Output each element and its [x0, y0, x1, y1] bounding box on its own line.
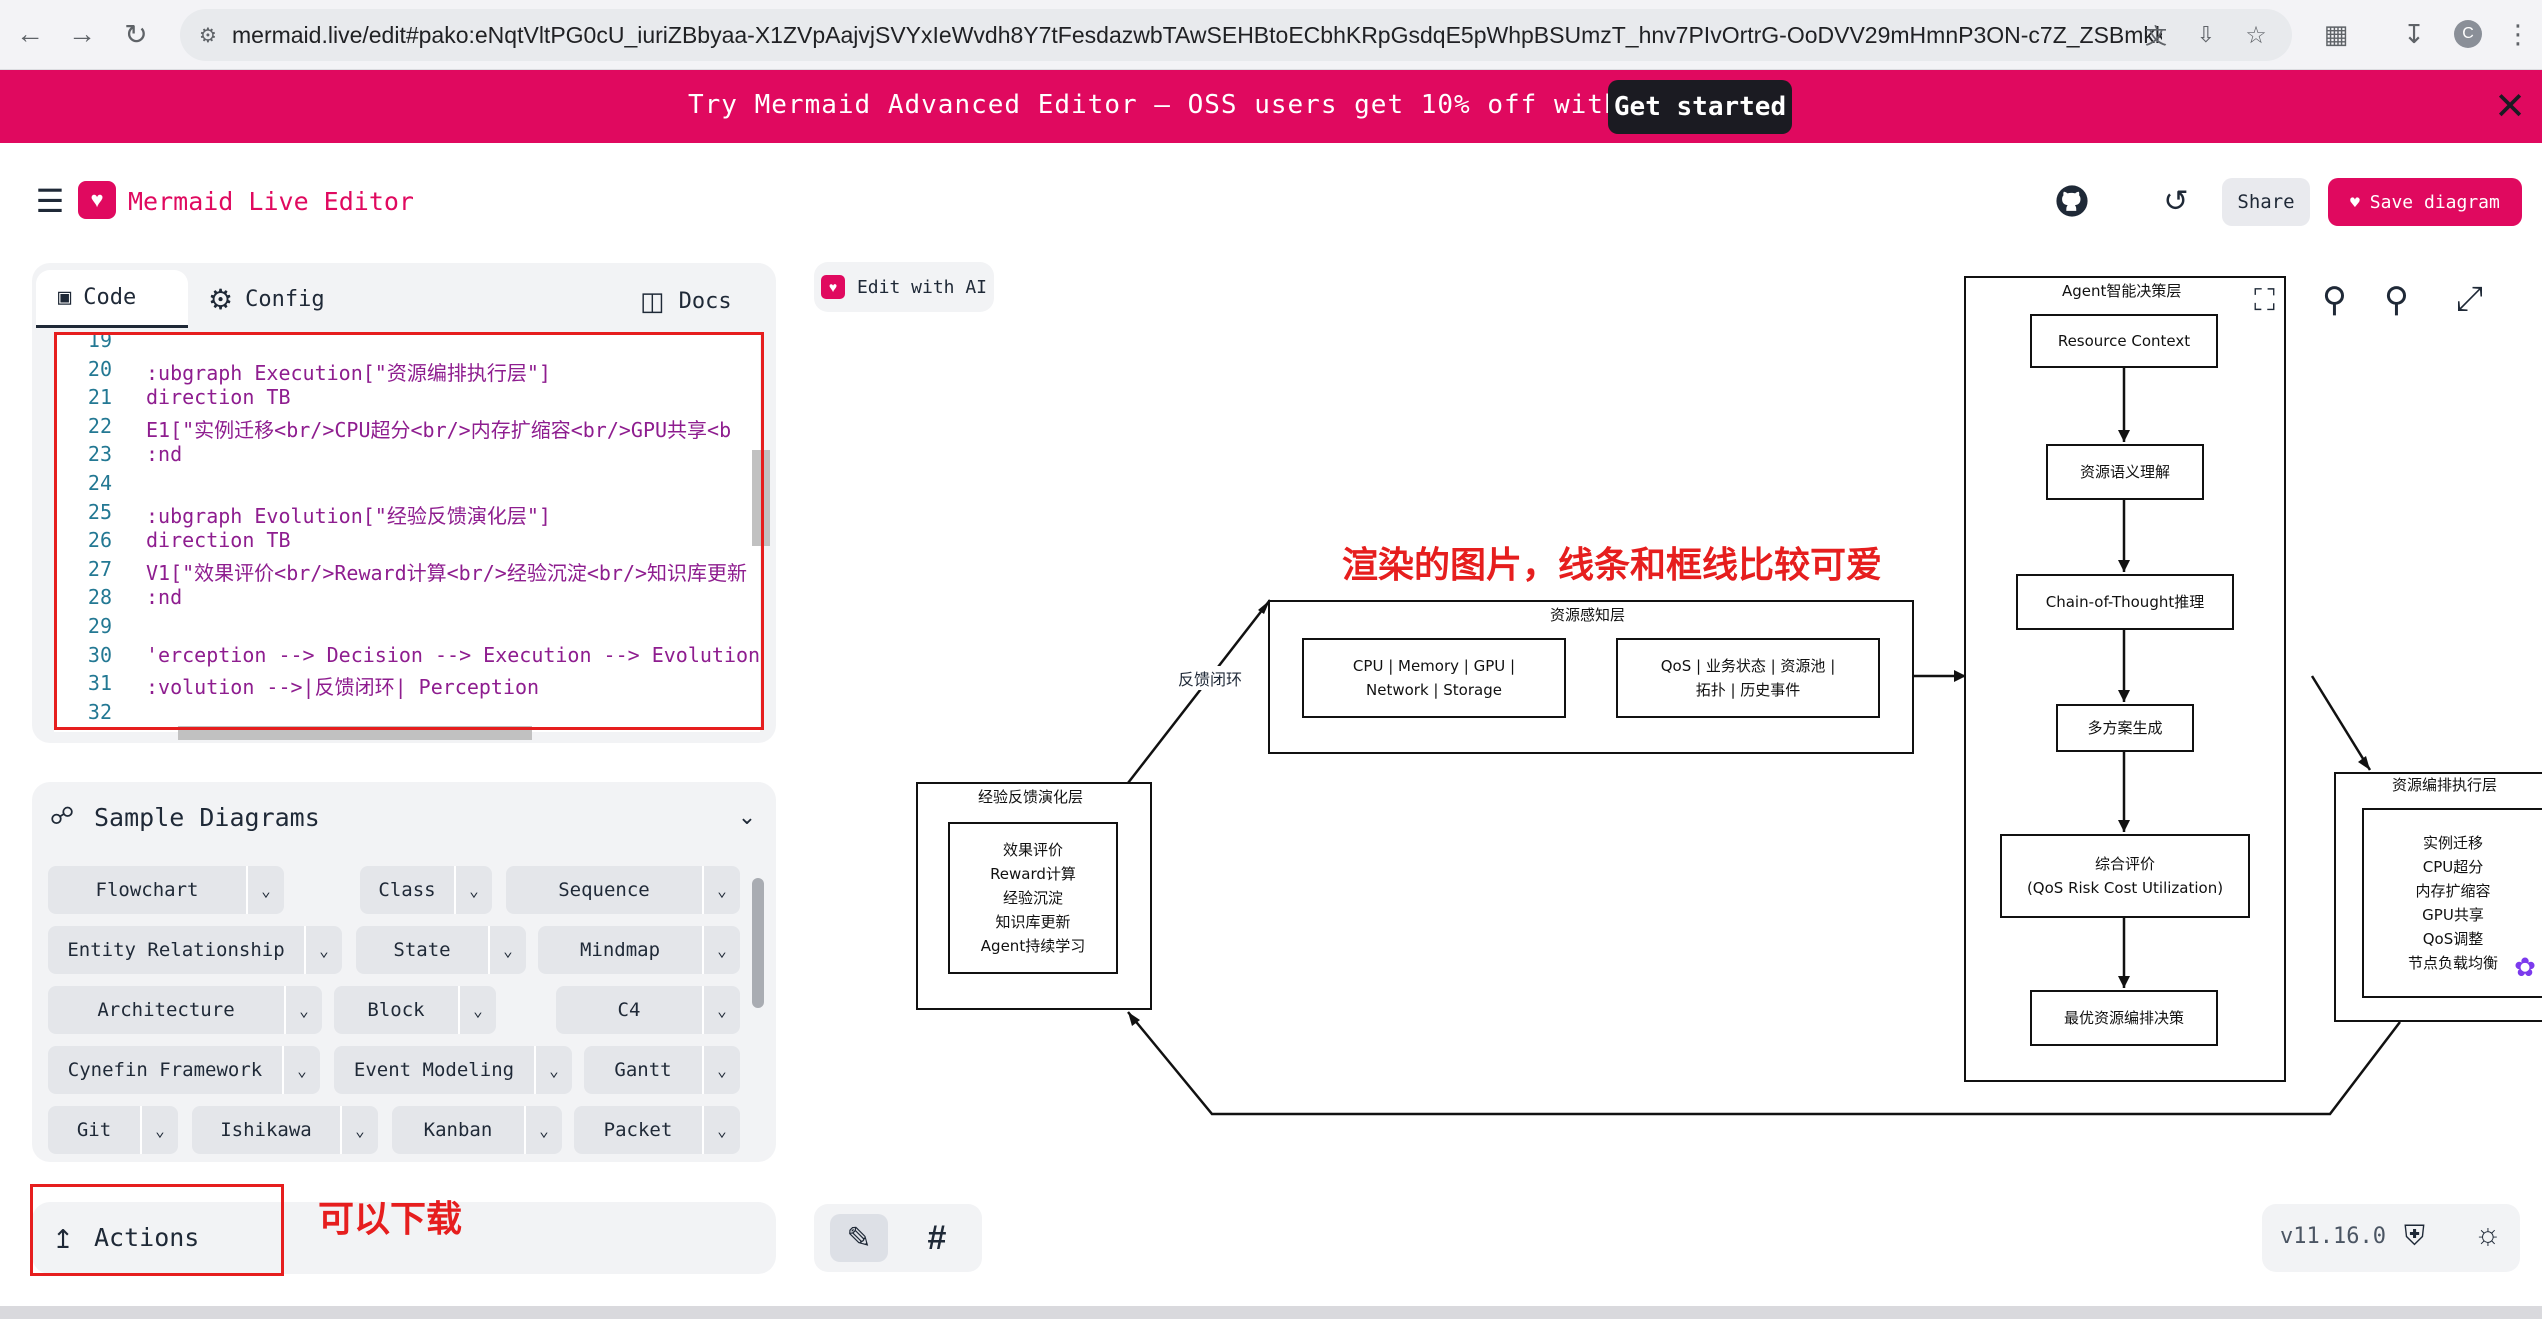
sample-label: Packet — [603, 1119, 673, 1141]
perception-title: 资源感知层 — [1550, 606, 1626, 624]
sample-label: Cynefin Framework — [67, 1059, 263, 1081]
sample-state-button[interactable]: State ⌄ — [356, 926, 526, 974]
chevron-down-icon[interactable]: ⌄ — [246, 866, 284, 914]
sample-block-button[interactable]: Block ⌄ — [334, 986, 496, 1034]
arrowhead — [2358, 756, 2370, 770]
edge-evolution-perception — [1127, 599, 1271, 784]
evolution-title: 经验反馈演化层 — [978, 788, 1084, 806]
chevron-down-icon[interactable]: ⌄ — [304, 926, 342, 974]
sample-label: Ishikawa — [220, 1119, 312, 1141]
perception-node2-line1: QoS | 业务状态 | 资源池 | — [1660, 657, 1836, 675]
execution-item: QoS调整 — [2422, 930, 2484, 948]
decision-node-evaluation[interactable]: 综合评价 (QoS Risk Cost Utilization) — [2000, 834, 2250, 918]
render-annotation: 渲染的图片，线条和框线比较可爱 — [1342, 545, 1883, 586]
chevron-down-icon[interactable]: ⌄ — [524, 1106, 562, 1154]
edge-decision-execution — [2310, 675, 2372, 771]
execution-item: 节点负载均衡 — [2407, 954, 2498, 972]
execution-title: 资源编排执行层 — [2392, 776, 2498, 794]
decision-subgraph[interactable] — [1964, 276, 2286, 1082]
sample-ishikawa-button[interactable]: Ishikawa ⌄ — [192, 1106, 378, 1154]
sample-label: Kanban — [423, 1119, 493, 1141]
sample-label: C4 — [617, 999, 641, 1021]
evolution-item: 知识库更新 — [995, 913, 1071, 931]
execution-item: CPU超分 — [2422, 858, 2484, 876]
brain-icon[interactable]: ✿ — [2508, 950, 2542, 984]
sample-label: Event Modeling — [353, 1059, 515, 1081]
sample-label: Mindmap — [579, 939, 661, 961]
perception-node2-line2: 拓扑 | 历史事件 — [1695, 681, 1801, 699]
decision-title: Agent智能决策层 — [2062, 282, 2182, 300]
sample-label: Class — [378, 879, 436, 901]
chevron-down-icon[interactable]: ⌄ — [702, 986, 740, 1034]
evolution-item: 经验沉淀 — [1002, 889, 1063, 907]
chevron-down-icon[interactable]: ⌄ — [534, 1046, 572, 1094]
decision-eval-line1: 综合评价 — [2094, 855, 2155, 873]
chevron-down-icon[interactable]: ⌄ — [702, 926, 740, 974]
chevron-down-icon[interactable]: ⌄ — [140, 1106, 178, 1154]
perception-node1-line2: Network | Storage — [1366, 681, 1502, 699]
sample-label: Architecture — [97, 999, 235, 1021]
execution-item: 内存扩缩容 — [2415, 882, 2491, 900]
sample-label: Block — [367, 999, 425, 1021]
sample-gantt-button[interactable]: Gantt ⌄ — [584, 1046, 740, 1094]
sample-c4-button[interactable]: C4 ⌄ — [556, 986, 740, 1034]
sample-class-button[interactable]: Class ⌄ — [360, 866, 492, 914]
execution-item: 实例迁移 — [2422, 834, 2483, 852]
perception-node-business[interactable]: QoS | 业务状态 | 资源池 | 拓扑 | 历史事件 — [1616, 638, 1880, 718]
sample-mindmap-button[interactable]: Mindmap ⌄ — [538, 926, 740, 974]
perception-node1-line1: CPU | Memory | GPU | — [1352, 657, 1516, 675]
sample-packet-button[interactable]: Packet ⌄ — [574, 1106, 740, 1154]
decision-node-optimal[interactable]: 最优资源编排决策 — [2030, 990, 2218, 1046]
decision-eval-line2: (QoS Risk Cost Utilization) — [2026, 879, 2224, 897]
sample-architecture-button[interactable]: Architecture ⌄ — [48, 986, 322, 1034]
sample-flowchart-button[interactable]: Flowchart ⌄ — [48, 866, 284, 914]
execution-item: GPU共享 — [2422, 906, 2484, 924]
perception-node-resources[interactable]: CPU | Memory | GPU | Network | Storage — [1302, 638, 1566, 718]
loop-edge-label: 反馈闭环 — [1178, 666, 1243, 690]
sample-label: Gantt — [614, 1059, 672, 1081]
sample-label: Sequence — [558, 879, 650, 901]
sample-kanban-button[interactable]: Kanban ⌄ — [392, 1106, 562, 1154]
decision-node-context[interactable]: Resource Context — [2030, 314, 2218, 368]
sample-label: State — [393, 939, 451, 961]
evolution-item: 效果评价 — [1002, 841, 1063, 859]
chevron-down-icon[interactable]: ⌄ — [282, 1046, 320, 1094]
chevron-down-icon[interactable]: ⌄ — [488, 926, 526, 974]
evolution-item: Reward计算 — [990, 865, 1076, 883]
sample-label: Entity Relationship — [67, 939, 285, 961]
sample-git-button[interactable]: Git ⌄ — [48, 1106, 178, 1154]
evolution-item: Agent持续学习 — [980, 937, 1086, 955]
evolution-node[interactable]: 效果评价 Reward计算 经验沉淀知识库更新 Agent持续学习 — [948, 822, 1118, 974]
chevron-down-icon[interactable]: ⌄ — [702, 866, 740, 914]
chevron-down-icon[interactable]: ⌄ — [454, 866, 492, 914]
decision-node-cot[interactable]: Chain-of-Thought推理 — [2016, 574, 2234, 630]
sample-entity-relationship-button[interactable]: Entity Relationship ⌄ — [48, 926, 342, 974]
sample-cynefin-framework-button[interactable]: Cynefin Framework ⌄ — [48, 1046, 320, 1094]
chevron-down-icon[interactable]: ⌄ — [702, 1106, 740, 1154]
decision-node-semantic[interactable]: 资源语义理解 — [2046, 444, 2204, 500]
chevron-down-icon[interactable]: ⌄ — [340, 1106, 378, 1154]
sample-sequence-button[interactable]: Sequence ⌄ — [506, 866, 740, 914]
sample-event-modeling-button[interactable]: Event Modeling ⌄ — [334, 1046, 572, 1094]
chevron-down-icon[interactable]: ⌄ — [284, 986, 322, 1034]
chevron-down-icon[interactable]: ⌄ — [458, 986, 496, 1034]
chevron-down-icon[interactable]: ⌄ — [702, 1046, 740, 1094]
bottom-strip — [0, 1306, 2542, 1319]
sample-label: Git — [76, 1119, 112, 1141]
sample-label: Flowchart — [95, 879, 199, 901]
decision-node-multiplan[interactable]: 多方案生成 — [2056, 704, 2194, 752]
